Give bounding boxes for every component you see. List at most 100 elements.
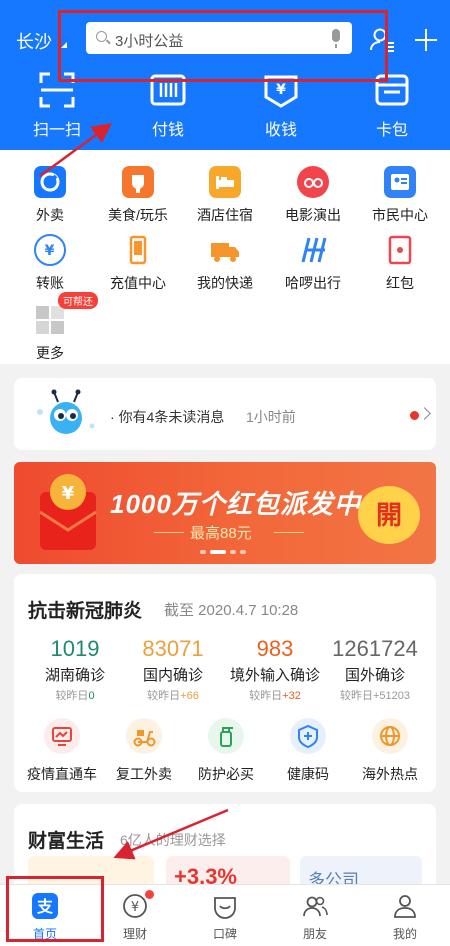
covid-link-label: 海外热点 — [362, 766, 418, 782]
stat-foreign[interactable]: 1261724 国外确诊 较昨日+51203 — [320, 632, 430, 704]
pay-label: 付钱 — [151, 122, 184, 139]
profile-icon — [394, 895, 416, 918]
service-label: 外卖 — [36, 207, 64, 223]
wealth-card[interactable]: 财富生活 6亿人的理财选择 +3.3% 多公司 — [14, 804, 436, 896]
covid-title: 抗击新冠肺炎 — [28, 601, 143, 622]
tab-profile[interactable]: 我的 — [360, 885, 450, 946]
receive-button[interactable]: ¥ 收钱 — [236, 66, 326, 146]
stat-name: 国外确诊 — [344, 667, 405, 684]
service-more[interactable]: 可帮还 更多 — [0, 292, 98, 366]
stat-delta-label: 较昨日 — [249, 690, 283, 702]
tab-koubei[interactable]: 口碑 — [180, 885, 270, 946]
tab-home[interactable]: 支 首页 — [0, 885, 90, 946]
pay-button[interactable]: 付钱 — [123, 66, 213, 146]
carousel-dot-active — [210, 550, 226, 554]
covid-link-express[interactable]: 疫情直通车 — [20, 718, 104, 782]
contacts-icon[interactable] — [368, 26, 396, 54]
stat-hunan[interactable]: 1019 湖南确诊 较昨日0 — [20, 632, 130, 704]
service-express[interactable]: 我的快递 — [175, 226, 265, 296]
covid-link-health-code[interactable]: 健康码 — [266, 718, 350, 782]
stat-name: 湖南确诊 — [44, 667, 105, 684]
service-food[interactable]: 美食/玩乐 — [88, 158, 178, 228]
stat-number: 983 — [256, 636, 294, 661]
stat-imported[interactable]: 983 境外输入确诊 较昨日+32 — [220, 632, 330, 704]
red-envelope-icon: ¥ — [39, 474, 97, 550]
covid-date: 截至 2020.4.7 10:28 — [164, 602, 299, 619]
ant-mascot-icon — [37, 389, 95, 434]
service-recharge[interactable]: 充值中心 — [88, 226, 178, 296]
unread-message-card[interactable]: · 你有4条未读消息 1小时前 — [14, 378, 436, 450]
service-transfer[interactable]: ¥ 转账 — [0, 226, 90, 296]
health-shield-icon — [290, 718, 326, 754]
covid-link-protection[interactable]: 防护必买 — [184, 718, 268, 782]
stat-delta-value: +66 — [180, 690, 199, 702]
red-packet-banner[interactable]: ¥ 1000万个红包派发中 最高88元 開 — [14, 462, 436, 564]
banner-divider-left — [154, 532, 184, 533]
stat-delta-label: 较昨日 — [339, 690, 373, 702]
wealth-icon: ¥ — [123, 894, 147, 918]
red-packet-icon — [384, 234, 416, 266]
covid-card: 抗击新冠肺炎 截至 2020.4.7 10:28 1019 湖南确诊 较昨日0 … — [14, 574, 436, 792]
microphone-icon[interactable] — [332, 29, 340, 48]
friends-icon — [303, 896, 328, 917]
open-red-packet-button[interactable]: 開 — [358, 486, 420, 544]
service-label: 转账 — [36, 275, 64, 291]
banner-title: 1000万个红包派发中 — [110, 489, 361, 519]
svg-text:¥: ¥ — [62, 483, 75, 504]
stat-domestic[interactable]: 83071 国内确诊 较昨日+66 — [118, 632, 228, 704]
tab-friends[interactable]: 朋友 — [270, 885, 360, 946]
service-takeout[interactable]: 外卖 — [0, 158, 90, 228]
search-icon — [96, 31, 107, 42]
service-label: 市民中心 — [372, 207, 428, 223]
stat-delta-value: +32 — [282, 690, 301, 702]
banner-divider-right — [274, 532, 304, 533]
scan-label: 扫一扫 — [32, 122, 81, 139]
wealth-subtitle: 6亿人的理财选择 — [120, 832, 226, 848]
svg-text:支: 支 — [36, 897, 54, 916]
stat-delta: 较昨日+32 — [220, 687, 330, 703]
svg-text:¥: ¥ — [131, 900, 139, 915]
service-red-packet[interactable]: 红包 — [350, 226, 440, 296]
unread-message-text: · 你有4条未读消息 — [110, 409, 225, 425]
service-label: 酒店住宿 — [197, 207, 253, 223]
scooter-icon — [126, 718, 162, 754]
svg-text:¥: ¥ — [45, 243, 55, 259]
receive-money-icon: ¥ — [264, 75, 298, 108]
card-wallet-button[interactable]: 卡包 — [347, 66, 437, 146]
stat-number: 83071 — [142, 636, 204, 661]
carousel-dot — [200, 550, 206, 554]
scan-icon — [39, 72, 75, 108]
stat-number: 1019 — [50, 636, 100, 661]
service-citizen[interactable]: 市民中心 — [350, 158, 440, 228]
scan-button[interactable]: 扫一扫 — [12, 66, 102, 146]
stat-delta: 较昨日+66 — [118, 687, 228, 703]
service-hellobike[interactable]: 哈啰出行 — [263, 226, 353, 296]
stat-delta-value: 0 — [88, 690, 95, 702]
service-movie[interactable]: 电影演出 — [263, 158, 353, 228]
covid-link-resume-takeout[interactable]: 复工外卖 — [102, 718, 186, 782]
phone-icon — [122, 234, 154, 266]
notification-dot — [145, 890, 154, 899]
service-hotel[interactable]: 酒店住宿 — [175, 158, 265, 228]
carousel-dot — [230, 550, 236, 554]
add-plus-icon[interactable] — [412, 26, 440, 54]
wealth-title: 财富生活 — [28, 831, 105, 852]
alipay-icon: 支 — [32, 893, 58, 919]
wallet-icon — [375, 74, 409, 106]
search-bar[interactable]: 3小时公益 — [86, 22, 352, 54]
covid-link-overseas[interactable]: 海外热点 — [348, 718, 432, 782]
header-bar: 长沙 3小时公益 扫一扫 付钱 ¥ 收钱 卡包 — [0, 0, 450, 150]
stat-delta-label: 较昨日 — [55, 690, 89, 702]
service-label: 美食/玩乐 — [108, 207, 168, 223]
globe-icon — [372, 718, 408, 754]
receive-label: 收钱 — [264, 122, 297, 139]
city-selector[interactable]: 长沙 — [16, 28, 52, 54]
svg-text:¥: ¥ — [276, 82, 286, 98]
service-label: 充值中心 — [110, 275, 166, 291]
hotel-icon — [209, 166, 241, 198]
hellobike-icon — [297, 234, 329, 266]
tab-wealth[interactable]: ¥ 理财 — [90, 885, 180, 946]
stat-number: 1261724 — [332, 636, 418, 661]
service-label: 红包 — [386, 275, 414, 291]
card-wallet-label: 卡包 — [375, 122, 408, 139]
